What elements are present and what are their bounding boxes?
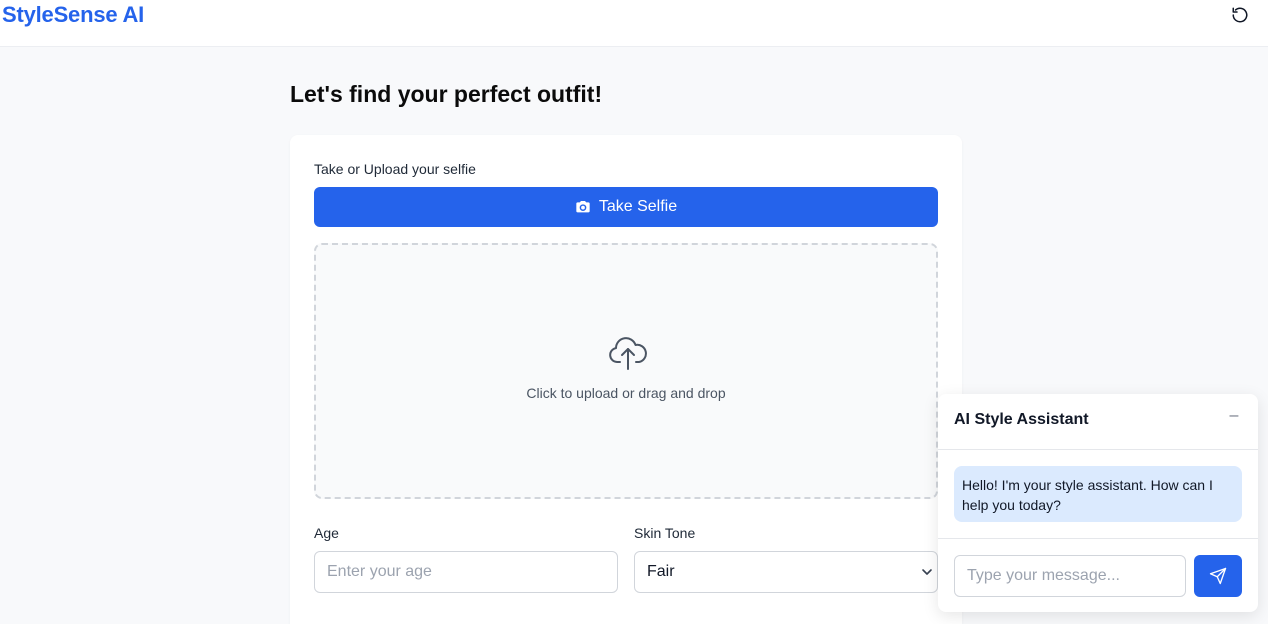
age-placeholder: Enter your age [327,563,432,580]
chevron-down-icon [922,569,932,575]
chat-widget: AI Style Assistant – Hello! I'm your sty… [938,394,1258,612]
dropzone-text: Click to upload or drag and drop [526,385,726,401]
top-bar: StyleSense AI [0,0,1268,47]
refresh-button[interactable] [1229,4,1251,26]
chat-header: AI Style Assistant – [938,394,1258,450]
cloud-upload-icon [609,337,647,370]
assistant-message: Hello! I'm your style assistant. How can… [954,466,1242,522]
chat-title: AI Style Assistant [954,411,1089,428]
take-selfie-button[interactable]: Take Selfie [314,187,938,227]
skin-tone-value: Fair [647,563,675,580]
selfie-label: Take or Upload your selfie [314,161,476,177]
send-button[interactable] [1194,555,1242,597]
chat-input-placeholder: Type your message... [967,567,1120,584]
camera-icon [576,201,590,213]
skin-tone-select[interactable]: Fair [634,551,938,593]
chat-footer: Type your message... [938,538,1258,612]
send-icon [1209,567,1227,585]
chat-message-input[interactable]: Type your message... [954,555,1186,597]
outfit-form-card: Take or Upload your selfie Take Selfie C… [290,135,962,624]
age-label: Age [314,525,339,541]
skin-tone-label: Skin Tone [634,525,696,541]
brand-logo[interactable]: StyleSense AI [2,2,144,28]
minimize-button[interactable]: – [1226,408,1242,424]
page-title: Let's find your perfect outfit! [290,81,603,107]
refresh-icon [1232,7,1248,23]
upload-dropzone[interactable]: Click to upload or drag and drop [314,243,938,499]
age-input[interactable]: Enter your age [314,551,618,593]
take-selfie-label: Take Selfie [598,198,678,215]
